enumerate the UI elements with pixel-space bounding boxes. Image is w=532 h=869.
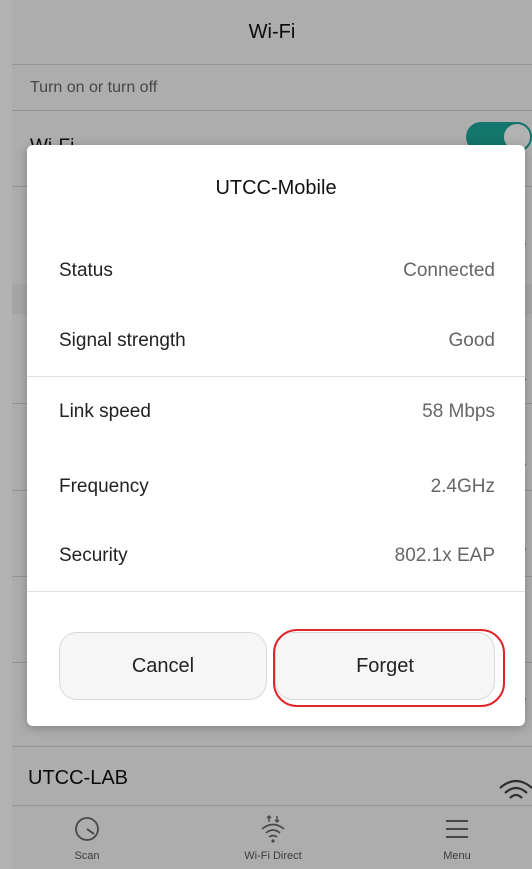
detail-value: Good — [448, 330, 495, 351]
network-details-dialog: UTCC-Mobile Status Connected Signal stre… — [27, 145, 525, 726]
dialog-title: UTCC-Mobile — [215, 177, 337, 199]
detail-label: Frequency — [59, 476, 149, 497]
detail-row-status: Status Connected — [27, 236, 525, 306]
detail-row-frequency: Frequency 2.4GHz — [27, 452, 525, 522]
forget-button[interactable]: Forget — [275, 632, 495, 700]
detail-label: Security — [59, 545, 128, 566]
detail-label: Link speed — [59, 401, 151, 422]
detail-value: 802.1x EAP — [394, 545, 495, 566]
detail-label: Signal strength — [59, 330, 186, 351]
detail-value: 58 Mbps — [422, 401, 495, 422]
detail-row-signal: Signal strength Good — [27, 306, 525, 376]
cancel-button[interactable]: Cancel — [59, 632, 267, 700]
detail-row-link-speed: Link speed 58 Mbps — [27, 377, 525, 447]
detail-row-security: Security 802.1x EAP — [27, 521, 525, 591]
detail-value: 2.4GHz — [430, 476, 495, 497]
divider — [27, 591, 525, 592]
detail-label: Status — [59, 260, 113, 281]
detail-value: Connected — [403, 260, 495, 281]
